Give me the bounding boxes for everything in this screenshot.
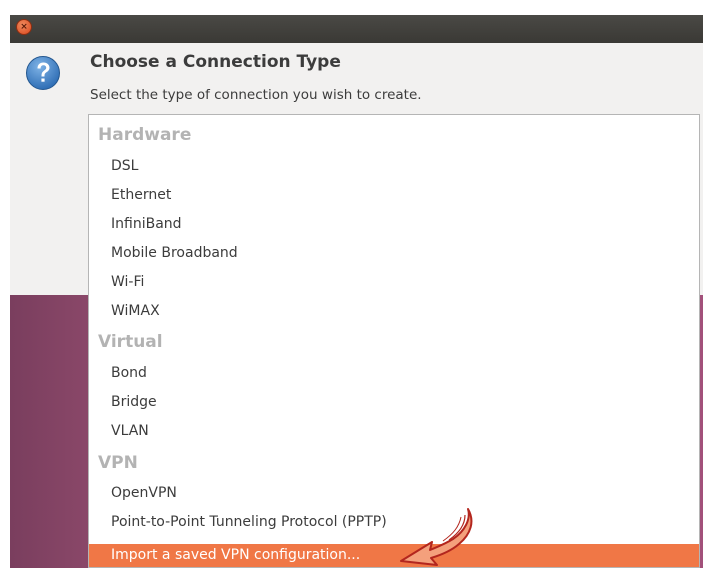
menu-item-vlan[interactable]: VLAN xyxy=(111,423,149,439)
question-icon xyxy=(26,56,60,90)
group-header-vpn: VPN xyxy=(98,453,138,473)
group-header-hardware: Hardware xyxy=(98,125,192,145)
menu-item-pptp[interactable]: Point-to-Point Tunneling Protocol (PPTP) xyxy=(111,514,387,530)
menu-item-mobile-broadband[interactable]: Mobile Broadband xyxy=(111,245,238,261)
menu-item-bridge[interactable]: Bridge xyxy=(111,394,157,410)
menu-item-infiniband[interactable]: InfiniBand xyxy=(111,216,182,232)
menu-item-wifi[interactable]: Wi-Fi xyxy=(111,274,144,290)
group-header-virtual: Virtual xyxy=(98,332,163,352)
close-icon: × xyxy=(20,22,28,32)
connection-type-menu: Hardware DSL Ethernet InfiniBand Mobile … xyxy=(88,114,700,568)
menu-item-openvpn[interactable]: OpenVPN xyxy=(111,485,177,501)
menu-item-import-vpn[interactable]: Import a saved VPN configuration... xyxy=(89,544,699,567)
annotation-arrow-icon xyxy=(400,508,473,566)
menu-item-ethernet[interactable]: Ethernet xyxy=(111,187,171,203)
dialog-title: Choose a Connection Type xyxy=(90,52,341,72)
window-titlebar: × xyxy=(10,15,703,43)
close-button[interactable]: × xyxy=(16,19,32,35)
menu-item-dsl[interactable]: DSL xyxy=(111,158,138,174)
menu-item-bond[interactable]: Bond xyxy=(111,365,147,381)
menu-item-wimax[interactable]: WiMAX xyxy=(111,303,160,319)
dialog-subtitle: Select the type of connection you wish t… xyxy=(90,87,422,103)
menu-item-import-vpn-label: Import a saved VPN configuration... xyxy=(111,547,361,563)
